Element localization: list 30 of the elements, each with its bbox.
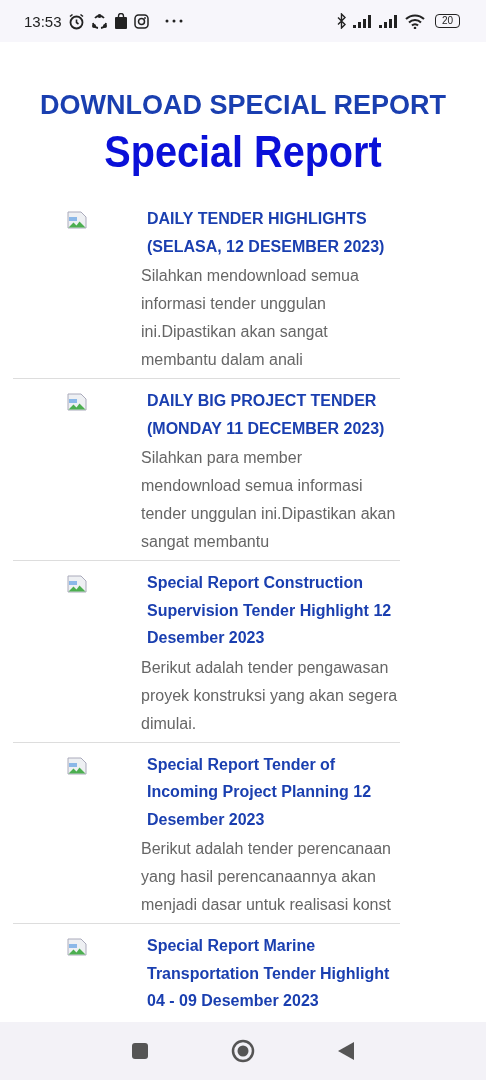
report-description: Berikut adalah tender perencanaan yang hasil perencanaannya akan menjadi dasar untuk realisasi konst bbox=[141, 839, 392, 915]
signal-icon bbox=[378, 14, 399, 28]
sync-icon bbox=[90, 12, 108, 30]
battery-indicator: 20 bbox=[434, 14, 460, 28]
report-title-link[interactable]: Special Report Construction Supervision Tender Highlight 12 Desember 2023 bbox=[147, 569, 403, 652]
report-description: Silahkan mendownload semua informasi tender unggulan ini.Dipastikan akan sangat membantu dalam anali bbox=[141, 266, 360, 370]
broken-image-icon bbox=[67, 393, 87, 411]
camera-icon bbox=[133, 13, 149, 29]
alarm-clock-icon bbox=[67, 12, 85, 30]
broken-image-icon bbox=[67, 938, 87, 956]
page-title: Special Report bbox=[103, 127, 383, 177]
broken-image-icon bbox=[67, 575, 87, 593]
status-time: 13:53 bbox=[24, 12, 62, 30]
report-description: Silahkan para member mendownload semua informasi tender unggulan ini.Dipastikan akan sangat membantu bbox=[141, 448, 397, 552]
broken-image-icon bbox=[67, 756, 87, 775]
recents-button[interactable] bbox=[131, 1042, 149, 1060]
bluetooth-icon bbox=[336, 13, 347, 29]
broken-image-icon bbox=[67, 211, 87, 229]
page-heading: DOWNLOAD SPECIAL REPORT bbox=[39, 90, 447, 121]
report-title-link[interactable]: Special Report Tender of Incoming Project Planning 12 Desember 2023 bbox=[147, 750, 403, 833]
back-button[interactable] bbox=[337, 1041, 355, 1061]
signal-icon bbox=[352, 14, 373, 28]
report-description: Berikut adalah tender pengawasan proyek konstruksi yang akan segera dimulai. bbox=[141, 657, 399, 734]
report-title-link[interactable]: Special Report Marine Transportation Tender Highlight 04 - 09 Desember 2023 bbox=[147, 932, 403, 1015]
more-icon bbox=[164, 19, 183, 23]
home-button[interactable] bbox=[231, 1039, 255, 1063]
report-title-link[interactable]: DAILY TENDER HIGHLIGHTS (SELASA, 12 DESEMBER 2023) bbox=[147, 205, 403, 260]
shopping-bag-icon bbox=[113, 13, 128, 29]
wifi-icon bbox=[404, 13, 425, 29]
report-title-link[interactable]: DAILY BIG PROJECT TENDER (MONDAY 11 DECEMBER 2023) bbox=[147, 387, 403, 442]
